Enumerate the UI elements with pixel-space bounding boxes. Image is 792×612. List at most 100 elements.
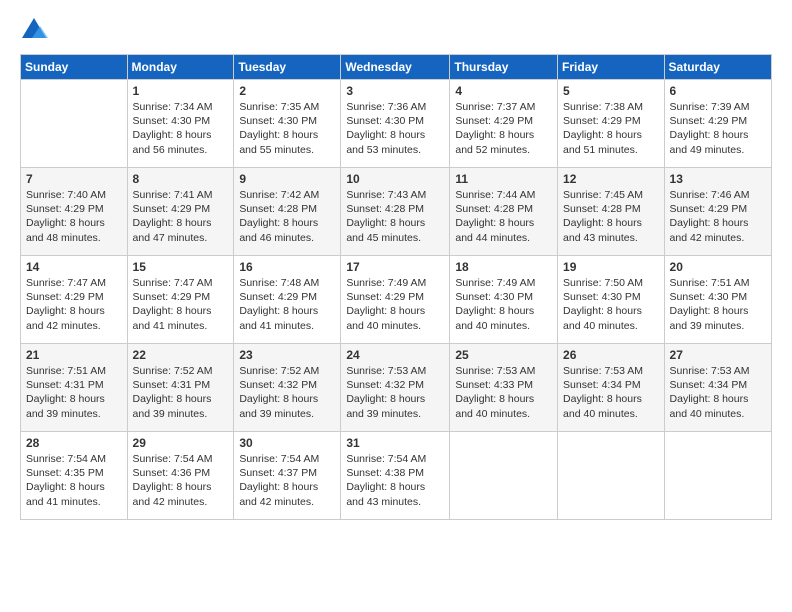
day-info: Sunrise: 7:52 AM Sunset: 4:31 PM Dayligh… — [133, 364, 229, 421]
calendar: SundayMondayTuesdayWednesdayThursdayFrid… — [20, 54, 772, 520]
header-cell-saturday: Saturday — [664, 55, 771, 80]
day-info: Sunrise: 7:53 AM Sunset: 4:33 PM Dayligh… — [455, 364, 552, 421]
day-number: 3 — [346, 84, 444, 98]
day-number: 1 — [133, 84, 229, 98]
day-info: Sunrise: 7:35 AM Sunset: 4:30 PM Dayligh… — [239, 100, 335, 157]
day-info: Sunrise: 7:54 AM Sunset: 4:35 PM Dayligh… — [26, 452, 122, 509]
day-info: Sunrise: 7:51 AM Sunset: 4:30 PM Dayligh… — [670, 276, 766, 333]
day-number: 19 — [563, 260, 659, 274]
day-number: 11 — [455, 172, 552, 186]
day-cell: 31Sunrise: 7:54 AM Sunset: 4:38 PM Dayli… — [341, 432, 450, 520]
day-info: Sunrise: 7:53 AM Sunset: 4:32 PM Dayligh… — [346, 364, 444, 421]
logo-icon — [20, 16, 48, 44]
day-info: Sunrise: 7:54 AM Sunset: 4:37 PM Dayligh… — [239, 452, 335, 509]
day-cell: 3Sunrise: 7:36 AM Sunset: 4:30 PM Daylig… — [341, 80, 450, 168]
day-cell — [558, 432, 665, 520]
day-cell: 4Sunrise: 7:37 AM Sunset: 4:29 PM Daylig… — [450, 80, 558, 168]
day-cell — [664, 432, 771, 520]
header-cell-sunday: Sunday — [21, 55, 128, 80]
day-cell: 12 Sunrise: 7:45 AM Sunset: 4:28 PM Dayli… — [558, 168, 665, 256]
day-info: Sunrise: 7:50 AM Sunset: 4:30 PM Dayligh… — [563, 276, 659, 333]
day-cell: 22Sunrise: 7:52 AM Sunset: 4:31 PM Dayli… — [127, 344, 234, 432]
day-cell: 30 Sunrise: 7:54 AM Sunset: 4:37 PM Dayli… — [234, 432, 341, 520]
day-info: Sunrise: 7:37 AM Sunset: 4:29 PM Dayligh… — [455, 100, 552, 157]
day-info: Sunrise: 7:42 AM Sunset: 4:28 PM Dayligh… — [239, 188, 335, 245]
day-info: Sunrise: 7:49 AM Sunset: 4:30 PM Dayligh… — [455, 276, 552, 333]
day-info: Sunrise: 7:41 AM Sunset: 4:29 PM Dayligh… — [133, 188, 229, 245]
day-info: Sunrise: 7:48 AM Sunset: 4:29 PM Dayligh… — [239, 276, 335, 333]
day-number: 6 — [670, 84, 766, 98]
day-info: Sunrise: 7:40 AM Sunset: 4:29 PM Dayligh… — [26, 188, 122, 245]
day-number: 15 — [133, 260, 229, 274]
day-info: Sunrise: 7:53 AM Sunset: 4:34 PM Dayligh… — [563, 364, 659, 421]
day-info: Sunrise: 7:46 AM Sunset: 4:29 PM Dayligh… — [670, 188, 766, 245]
week-row-0: 1 Sunrise: 7:34 AM Sunset: 4:30 PM Daylig… — [21, 80, 772, 168]
day-cell: 7 Sunrise: 7:40 AM Sunset: 4:29 PM Daylig… — [21, 168, 128, 256]
day-number: 18 — [455, 260, 552, 274]
day-number: 28 — [26, 436, 122, 450]
day-number: 2 — [239, 84, 335, 98]
day-info: Sunrise: 7:38 AM Sunset: 4:29 PM Dayligh… — [563, 100, 659, 157]
day-cell: 23Sunrise: 7:52 AM Sunset: 4:32 PM Dayli… — [234, 344, 341, 432]
day-cell: 24 Sunrise: 7:53 AM Sunset: 4:32 PM Dayli… — [341, 344, 450, 432]
day-number: 10 — [346, 172, 444, 186]
day-number: 26 — [563, 348, 659, 362]
header — [20, 16, 772, 44]
day-cell: 29Sunrise: 7:54 AM Sunset: 4:36 PM Dayli… — [127, 432, 234, 520]
day-cell: 6Sunrise: 7:39 AM Sunset: 4:29 PM Daylig… — [664, 80, 771, 168]
day-info: Sunrise: 7:47 AM Sunset: 4:29 PM Dayligh… — [26, 276, 122, 333]
day-number: 30 — [239, 436, 335, 450]
calendar-header-row: SundayMondayTuesdayWednesdayThursdayFrid… — [21, 55, 772, 80]
day-cell: 19 Sunrise: 7:50 AM Sunset: 4:30 PM Dayli… — [558, 256, 665, 344]
day-info: Sunrise: 7:51 AM Sunset: 4:31 PM Dayligh… — [26, 364, 122, 421]
day-cell — [450, 432, 558, 520]
day-cell: 8Sunrise: 7:41 AM Sunset: 4:29 PM Daylig… — [127, 168, 234, 256]
day-cell: 9 Sunrise: 7:42 AM Sunset: 4:28 PM Daylig… — [234, 168, 341, 256]
day-info: Sunrise: 7:54 AM Sunset: 4:36 PM Dayligh… — [133, 452, 229, 509]
day-cell: 27 Sunrise: 7:53 AM Sunset: 4:34 PM Dayli… — [664, 344, 771, 432]
day-cell: 1 Sunrise: 7:34 AM Sunset: 4:30 PM Daylig… — [127, 80, 234, 168]
day-number: 17 — [346, 260, 444, 274]
logo — [20, 16, 52, 44]
header-cell-wednesday: Wednesday — [341, 55, 450, 80]
day-number: 21 — [26, 348, 122, 362]
day-cell: 2 Sunrise: 7:35 AM Sunset: 4:30 PM Daylig… — [234, 80, 341, 168]
day-cell: 26 Sunrise: 7:53 AM Sunset: 4:34 PM Dayli… — [558, 344, 665, 432]
day-number: 20 — [670, 260, 766, 274]
page: SundayMondayTuesdayWednesdayThursdayFrid… — [0, 0, 792, 612]
day-cell: 13 Sunrise: 7:46 AM Sunset: 4:29 PM Dayli… — [664, 168, 771, 256]
header-cell-friday: Friday — [558, 55, 665, 80]
day-cell: 16 Sunrise: 7:48 AM Sunset: 4:29 PM Dayli… — [234, 256, 341, 344]
day-info: Sunrise: 7:34 AM Sunset: 4:30 PM Dayligh… — [133, 100, 229, 157]
day-info: Sunrise: 7:44 AM Sunset: 4:28 PM Dayligh… — [455, 188, 552, 245]
day-number: 27 — [670, 348, 766, 362]
day-info: Sunrise: 7:47 AM Sunset: 4:29 PM Dayligh… — [133, 276, 229, 333]
day-cell: 25Sunrise: 7:53 AM Sunset: 4:33 PM Dayli… — [450, 344, 558, 432]
day-cell: 18 Sunrise: 7:49 AM Sunset: 4:30 PM Dayli… — [450, 256, 558, 344]
day-info: Sunrise: 7:43 AM Sunset: 4:28 PM Dayligh… — [346, 188, 444, 245]
day-number: 12 — [563, 172, 659, 186]
day-cell: 10 Sunrise: 7:43 AM Sunset: 4:28 PM Dayli… — [341, 168, 450, 256]
day-cell: 15 Sunrise: 7:47 AM Sunset: 4:29 PM Dayli… — [127, 256, 234, 344]
day-number: 7 — [26, 172, 122, 186]
day-info: Sunrise: 7:45 AM Sunset: 4:28 PM Dayligh… — [563, 188, 659, 245]
day-number: 31 — [346, 436, 444, 450]
day-info: Sunrise: 7:53 AM Sunset: 4:34 PM Dayligh… — [670, 364, 766, 421]
day-cell: 17 Sunrise: 7:49 AM Sunset: 4:29 PM Dayli… — [341, 256, 450, 344]
header-cell-monday: Monday — [127, 55, 234, 80]
day-cell: 20 Sunrise: 7:51 AM Sunset: 4:30 PM Dayli… — [664, 256, 771, 344]
day-cell: 14 Sunrise: 7:47 AM Sunset: 4:29 PM Dayli… — [21, 256, 128, 344]
day-number: 16 — [239, 260, 335, 274]
day-number: 9 — [239, 172, 335, 186]
day-cell: 28 Sunrise: 7:54 AM Sunset: 4:35 PM Dayli… — [21, 432, 128, 520]
day-number: 14 — [26, 260, 122, 274]
header-cell-thursday: Thursday — [450, 55, 558, 80]
day-number: 13 — [670, 172, 766, 186]
week-row-1: 7 Sunrise: 7:40 AM Sunset: 4:29 PM Daylig… — [21, 168, 772, 256]
day-cell — [21, 80, 128, 168]
week-row-3: 21 Sunrise: 7:51 AM Sunset: 4:31 PM Dayli… — [21, 344, 772, 432]
day-number: 23 — [239, 348, 335, 362]
day-info: Sunrise: 7:49 AM Sunset: 4:29 PM Dayligh… — [346, 276, 444, 333]
day-number: 24 — [346, 348, 444, 362]
header-cell-tuesday: Tuesday — [234, 55, 341, 80]
